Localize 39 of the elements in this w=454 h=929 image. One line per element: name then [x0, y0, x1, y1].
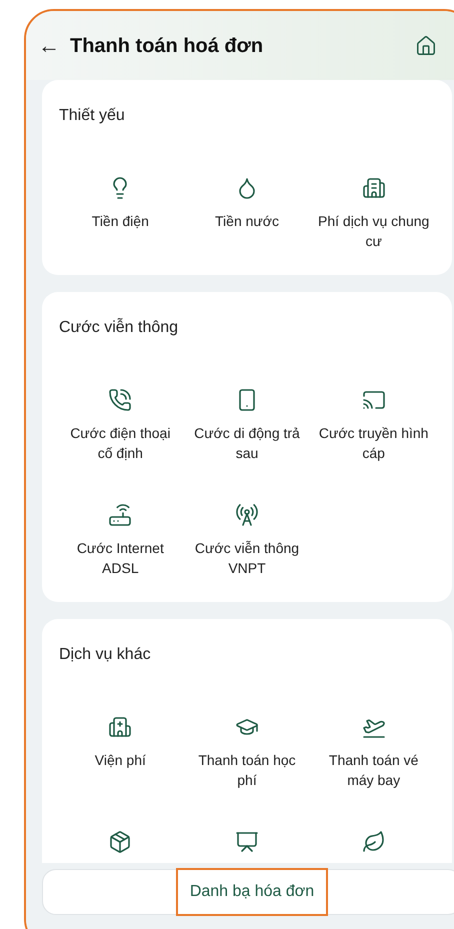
bill-contacts-button[interactable]: Danh bạ hóa đơn — [42, 869, 454, 915]
presentation-board-icon — [234, 830, 259, 854]
router-icon — [108, 503, 132, 527]
service-item[interactable]: Thanh toán học phí — [184, 715, 310, 814]
service-label: Cước điện thoại cố định — [69, 424, 172, 463]
back-button[interactable]: ← — [38, 34, 60, 56]
home-icon[interactable] — [415, 34, 438, 56]
package-icon — [108, 830, 132, 854]
section-title: Dịch vụ khác — [58, 645, 152, 665]
service-item[interactable]: Cước Internet ADSL — [57, 503, 184, 602]
page-title: Thanh toán hoá đơn — [70, 34, 264, 58]
service-label: Cước di động trả sau — [193, 424, 301, 463]
service-item[interactable]: Phí dịch vụ chung cư — [310, 176, 437, 275]
service-label: Viện phí — [94, 751, 147, 770]
hospital-icon — [108, 715, 132, 739]
service-label: Cước Internet ADSL — [76, 539, 165, 578]
service-label: Cước viễn thông VNPT — [194, 539, 300, 578]
service-item[interactable]: Thanh toán vé máy bay — [310, 715, 437, 814]
service-label: Thanh toán học phí — [197, 751, 297, 790]
service-item[interactable]: Tiền nước — [184, 176, 310, 275]
service-item[interactable]: Cước di động trả sau — [184, 388, 310, 487]
section-title: Thiết yếu — [58, 106, 126, 126]
service-item[interactable]: Viện phí — [57, 715, 184, 814]
service-item[interactable]: Cước truyền hình cáp — [310, 388, 437, 487]
cast-icon — [362, 388, 386, 412]
leaf-icon — [362, 830, 386, 854]
antenna-icon — [234, 503, 259, 527]
service-item[interactable]: Cước viễn thông VNPT — [184, 503, 310, 602]
service-item[interactable]: Cước điện thoại cố định — [57, 388, 184, 487]
building-icon — [362, 176, 386, 200]
service-label: Cước truyền hình cáp — [318, 424, 430, 463]
phone-icon — [108, 388, 132, 412]
service-label: Phí dịch vụ chung cư — [317, 212, 430, 251]
service-label: Tiền điện — [90, 212, 150, 231]
service-item[interactable]: Tiền điện — [57, 176, 184, 275]
section-title: Cước viễn thông — [58, 317, 180, 338]
button-label: Danh bạ hóa đơn — [176, 868, 328, 916]
service-label: Tiền nước — [214, 212, 280, 231]
service-label: Thanh toán vé máy bay — [328, 751, 420, 790]
